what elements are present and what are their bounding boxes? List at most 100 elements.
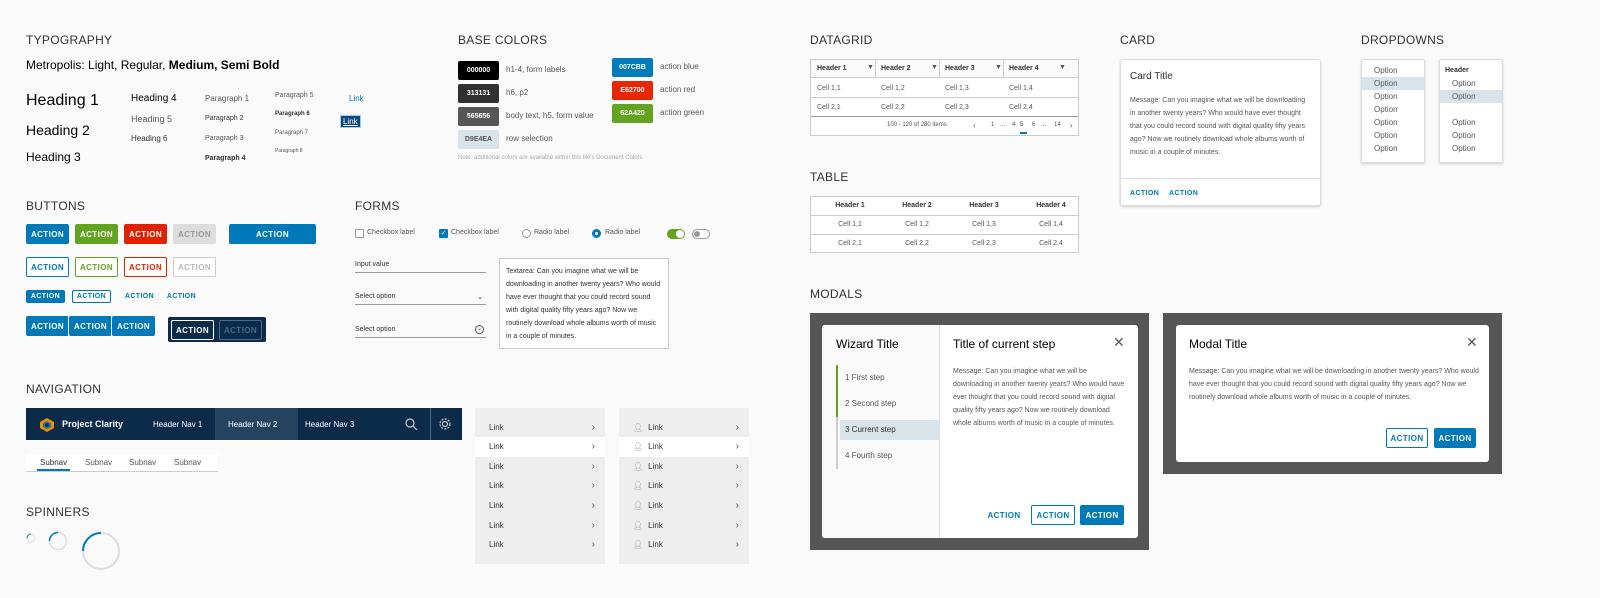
dropdown-option[interactable]: Option [1362, 142, 1424, 155]
page-number[interactable]: ... [1000, 122, 1005, 128]
checkbox-checked[interactable]: ✓ [439, 229, 448, 238]
page-number[interactable]: 1 [991, 122, 994, 128]
brand-name[interactable]: Project Clarity [62, 419, 123, 429]
wizard-primary-action[interactable]: ACTION [1080, 505, 1124, 525]
subnav-item[interactable]: Subnav [174, 458, 201, 467]
action-button[interactable]: ACTION [120, 290, 159, 303]
datagrid-column-header[interactable]: Header 1 [817, 65, 847, 72]
vertical-nav-link[interactable]: Link › [475, 476, 605, 496]
subnav-item[interactable]: Subnav [129, 458, 156, 467]
page-number[interactable]: 4 [1012, 122, 1015, 128]
action-button[interactable]: ACTION [72, 290, 111, 303]
filter-icon[interactable]: ▼ [867, 64, 874, 71]
wizard-step[interactable]: 4 Fourth step [845, 451, 892, 460]
page-number[interactable]: 5 [1020, 122, 1023, 128]
dark-action-button[interactable]: ACTION [171, 320, 214, 340]
action-button[interactable]: ACTION [229, 224, 316, 244]
vertical-nav-link[interactable]: Link › [475, 456, 605, 476]
chevron-left-icon[interactable]: ‹ [973, 121, 976, 130]
action-button[interactable]: ACTION [173, 224, 216, 244]
card-action-2[interactable]: ACTION [1169, 190, 1198, 197]
action-button[interactable]: ACTION [26, 316, 69, 336]
action-button[interactable]: ACTION [69, 316, 112, 336]
input-field[interactable]: Input value [355, 261, 486, 273]
dropdown-option[interactable]: Option [1440, 129, 1502, 142]
dropdown-option[interactable]: Option [1440, 77, 1502, 90]
wizard-flat-action[interactable]: ACTION [982, 505, 1026, 525]
radio-unchecked[interactable] [522, 229, 531, 238]
action-button[interactable]: ACTION [112, 316, 155, 336]
filter-icon[interactable]: ▼ [995, 64, 1002, 71]
vertical-nav-link[interactable]: 👤︎ Link › [619, 436, 749, 457]
filter-icon[interactable]: ▼ [1059, 64, 1066, 71]
vertical-nav-label: Link [648, 520, 663, 530]
action-button[interactable]: ACTION [26, 257, 69, 277]
chevron-right-icon[interactable]: › [1070, 121, 1073, 130]
action-button[interactable]: ACTION [124, 224, 167, 244]
dropdown-option[interactable]: Option [1362, 90, 1424, 103]
select-1[interactable]: Select option ⌄ [355, 293, 486, 305]
subnav-item[interactable]: Subnav [40, 458, 67, 467]
action-button[interactable]: ACTION [162, 290, 201, 303]
vertical-nav-link[interactable]: 👤︎ Link › [619, 535, 749, 555]
gear-icon[interactable] [438, 417, 452, 433]
page-number[interactable]: ... [1041, 122, 1046, 128]
search-icon[interactable] [404, 417, 418, 433]
dropdown-option[interactable]: Option [1440, 90, 1502, 103]
page-number[interactable]: 14 [1054, 122, 1061, 128]
vertical-nav-link[interactable]: 👤︎ Link › [619, 417, 749, 437]
vertical-nav-1: Link › Link › Link › Link › Link › Link › Link › [475, 408, 605, 564]
datagrid-column-header[interactable]: Header 4 [1009, 65, 1039, 72]
action-button[interactable]: ACTION [124, 257, 167, 277]
dropdown-option[interactable]: Option [1362, 129, 1424, 142]
filter-icon[interactable]: ▼ [931, 64, 938, 71]
radio-checked[interactable] [592, 229, 601, 238]
dropdown-option[interactable]: Option [1362, 116, 1424, 129]
dropdown-option[interactable]: Option [1362, 64, 1424, 77]
header-nav-2[interactable]: Header Nav 2 [228, 420, 277, 429]
link-active[interactable]: Link [340, 115, 361, 128]
wizard-outline-action[interactable]: ACTION [1031, 505, 1075, 525]
vertical-nav-link[interactable]: 👤︎ Link › [619, 456, 749, 476]
vertical-nav-link[interactable]: 👤︎ Link › [619, 476, 749, 496]
wizard-step[interactable]: 2 Second step [845, 399, 896, 408]
toggle-on[interactable] [667, 229, 685, 239]
action-button[interactable]: ACTION [173, 257, 216, 277]
dropdown-option[interactable]: Option [1362, 103, 1424, 116]
wizard-step[interactable]: 3 Current step [845, 425, 896, 434]
datagrid-column-header[interactable]: Header 2 [881, 65, 911, 72]
page-number[interactable]: 6 [1032, 122, 1035, 128]
vertical-nav-link[interactable]: Link › [475, 495, 605, 515]
header-nav-1[interactable]: Header Nav 1 [153, 420, 202, 429]
textarea[interactable]: Textarea: Can you imagine what we will b… [499, 258, 669, 349]
wizard-step[interactable]: 1 First step [845, 373, 885, 382]
checkbox-unchecked[interactable] [355, 229, 364, 238]
dropdown-option[interactable]: Option [1362, 77, 1424, 90]
header-nav-3[interactable]: Header Nav 3 [305, 420, 354, 429]
card-divider [1121, 178, 1320, 179]
vertical-nav-label: Link [489, 442, 504, 452]
subnav-item[interactable]: Subnav [85, 458, 112, 467]
link[interactable]: Link [349, 94, 364, 103]
close-icon[interactable]: ✕ [1466, 334, 1478, 351]
vertical-nav-link[interactable]: 👤︎ Link › [619, 495, 749, 515]
toggle-off[interactable] [692, 229, 710, 239]
modal-primary-action[interactable]: ACTION [1434, 428, 1476, 448]
action-button[interactable]: ACTION [26, 290, 65, 303]
action-button[interactable]: ACTION [75, 224, 118, 244]
dropdown-option[interactable]: Option [1440, 142, 1502, 155]
vertical-nav-link[interactable]: Link › [475, 535, 605, 555]
close-icon[interactable]: ✕ [1113, 334, 1125, 351]
select-2[interactable]: Select option ⌄ [355, 325, 486, 338]
vertical-nav-link[interactable]: Link › [475, 436, 605, 457]
modal-outline-action[interactable]: ACTION [1386, 428, 1428, 448]
vertical-nav-link[interactable]: Link › [475, 515, 605, 535]
vertical-nav-link[interactable]: 👤︎ Link › [619, 515, 749, 535]
datagrid-column-header[interactable]: Header 3 [945, 65, 975, 72]
card-action-1[interactable]: ACTION [1130, 190, 1159, 197]
action-button[interactable]: ACTION [26, 224, 69, 244]
vertical-nav-link[interactable]: Link › [475, 417, 605, 437]
dark-disabled-button[interactable]: ACTION [219, 320, 262, 340]
dropdown-option[interactable]: Option [1440, 116, 1502, 129]
action-button[interactable]: ACTION [75, 257, 118, 277]
